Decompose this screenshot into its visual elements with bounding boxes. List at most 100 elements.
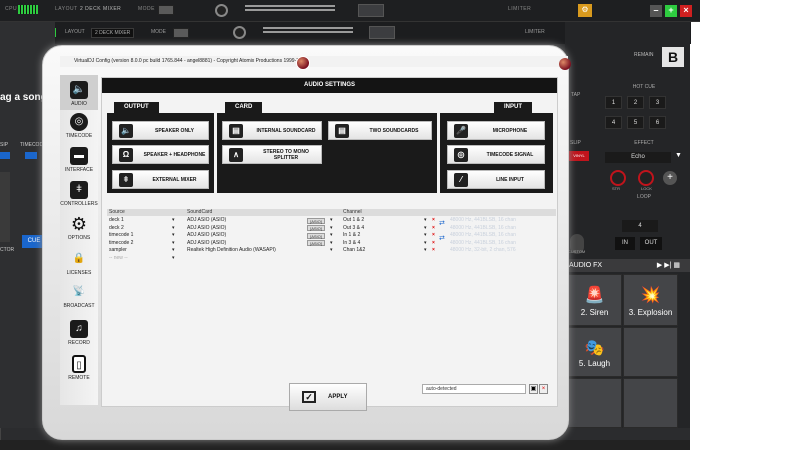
nav-options[interactable]: ⚙ OPTIONS — [60, 215, 98, 241]
channel-cell[interactable]: Out 1 & 2 — [343, 217, 364, 224]
dialog-resize-ball[interactable] — [559, 58, 571, 70]
channel-dropdown-icon[interactable]: ▾ — [424, 240, 427, 247]
soundcard-cell[interactable]: ADJ ASIO (ASIO) — [187, 225, 226, 232]
vinyl-button[interactable] — [25, 152, 37, 159]
hotcue-pad[interactable]: 6 — [649, 116, 666, 129]
delete-icon[interactable]: × — [539, 384, 548, 394]
layout-select[interactable]: 2 DECK MIXER — [80, 6, 121, 12]
remove-row-icon[interactable]: × — [432, 240, 435, 246]
nav-interface[interactable]: ▬ INTERFACE — [60, 147, 98, 173]
source-cell[interactable]: timecode 1 — [109, 232, 133, 239]
asio-badge[interactable]: [ASIO] — [307, 240, 325, 246]
channel-dropdown-icon[interactable]: ▾ — [424, 225, 427, 232]
soundcard-cell[interactable]: Realtek High Definition Audio (WASAPI) — [187, 247, 276, 254]
fx-cell[interactable]: 🎭 5. Laugh — [567, 327, 622, 377]
loop-out-button[interactable]: OUT — [640, 237, 662, 250]
nav-timecode[interactable]: ◎ TIMECODE — [60, 113, 98, 139]
swap-icon[interactable]: ⇄ — [439, 219, 445, 227]
channel-dropdown-icon[interactable]: ▾ — [424, 247, 427, 254]
nav-remote[interactable]: ▯ REMOTE — [60, 355, 98, 381]
remove-row-icon[interactable]: × — [432, 247, 435, 253]
channel-cell[interactable]: Chan 1&2 — [343, 247, 365, 254]
nav-broadcast[interactable]: 📡 BROADCAST — [60, 283, 98, 309]
line-input-button[interactable]: ⁄ LINE INPUT — [447, 170, 545, 189]
fx-play-icon[interactable]: ▶ ▶| ▦ — [657, 259, 680, 272]
channel-dropdown-icon[interactable]: ▾ — [424, 217, 427, 224]
wave-button[interactable] — [358, 4, 384, 17]
nav-audio[interactable]: 🔈 AUDIO — [60, 75, 98, 110]
channel-dropdown-icon[interactable]: ▾ — [424, 232, 427, 239]
effect-select[interactable]: Echo — [605, 152, 671, 163]
settings-gear-button[interactable]: ⚙ — [578, 4, 592, 17]
speaker-headphone-button[interactable]: Ω SPEAKER + HEADPHONE — [112, 145, 209, 164]
microphone-button[interactable]: 🎤 MICROPHONE — [447, 121, 545, 140]
hotcue-pad[interactable]: 5 — [627, 116, 644, 129]
nav-record[interactable]: ♫ RECORD — [60, 320, 98, 346]
swap-icon[interactable]: ⇄ — [439, 234, 445, 242]
save-icon[interactable]: ▣ — [529, 384, 538, 394]
maximize-icon[interactable]: + — [665, 5, 677, 17]
source-dropdown-icon[interactable]: ▾ — [172, 225, 175, 232]
close-icon[interactable]: × — [680, 5, 692, 17]
asio-badge[interactable]: [ASIO] — [307, 232, 325, 239]
loop-size[interactable]: 4 — [622, 220, 658, 232]
apply-button[interactable]: ✓ APPLY — [289, 383, 367, 411]
sip-button[interactable] — [0, 152, 10, 159]
source-cell[interactable]: sampler — [109, 247, 127, 254]
vinyl-button[interactable]: VINYL — [569, 151, 589, 161]
source-dropdown-icon[interactable]: ▾ — [172, 247, 175, 254]
speaker-only-button[interactable]: 🔈 SPEAKER ONLY — [112, 121, 209, 140]
soundcard-cell[interactable]: ADJ ASIO (ASIO) — [187, 240, 226, 247]
card-dropdown-icon[interactable]: ▾ — [330, 217, 333, 224]
add-effect-button[interactable]: + — [663, 171, 677, 185]
nav-controllers[interactable]: ǂ CONTROLLERS — [60, 181, 98, 207]
source-dropdown-icon[interactable]: ▾ — [172, 217, 175, 224]
soundcard-cell[interactable]: ADJ ASIO (ASIO) — [187, 217, 226, 224]
source-cell[interactable]: deck 2 — [109, 225, 124, 232]
layout-select[interactable]: 2 DECK MIXER — [91, 28, 135, 38]
minimize-icon[interactable]: – — [650, 5, 662, 17]
fx-cell-empty[interactable] — [567, 378, 622, 428]
channel-cell[interactable]: Out 3 & 4 — [343, 225, 364, 232]
asio-badge[interactable]: [ASIO] — [307, 217, 325, 224]
wave-button[interactable] — [369, 26, 395, 39]
source-dropdown-icon[interactable]: ▾ — [172, 232, 175, 239]
external-mixer-button[interactable]: ǂ EXTERNAL MIXER — [112, 170, 209, 189]
source-dropdown-icon[interactable]: ▾ — [172, 255, 175, 262]
effect-dropdown-icon[interactable]: ▼ — [675, 152, 684, 163]
loop-in-button[interactable]: IN — [615, 237, 635, 250]
effect-knob[interactable] — [638, 170, 654, 186]
hotcue-pad[interactable]: 3 — [649, 96, 666, 109]
card-dropdown-icon[interactable]: ▾ — [330, 225, 333, 232]
source-cell[interactable]: -- new -- — [109, 255, 128, 262]
hotcue-pad[interactable]: 1 — [605, 96, 622, 109]
hotcue-pad[interactable]: 4 — [605, 116, 622, 129]
stereo-mono-splitter-button[interactable]: ∧ STEREO TO MONO SPLITTER — [222, 145, 322, 164]
timecode-signal-button[interactable]: ◎ TIMECODE SIGNAL — [447, 145, 545, 164]
dialog-close-button[interactable] — [296, 56, 310, 70]
soundcard-cell[interactable]: ADJ ASIO (ASIO) — [187, 232, 226, 239]
source-dropdown-icon[interactable]: ▾ — [172, 240, 175, 247]
fx-cell-empty[interactable] — [623, 327, 678, 377]
effect-knob[interactable] — [610, 170, 626, 186]
source-cell[interactable]: deck 1 — [109, 217, 124, 224]
mode-button[interactable] — [158, 5, 174, 15]
nav-licenses[interactable]: 🔒 LICENSES — [60, 250, 98, 276]
mode-button[interactable] — [173, 28, 189, 38]
asio-badge[interactable]: [ASIO] — [307, 225, 325, 231]
detect-select[interactable]: auto-detected — [422, 384, 526, 394]
remove-row-icon[interactable]: × — [432, 225, 435, 231]
channel-cell[interactable]: In 1 & 2 — [343, 232, 360, 239]
internal-soundcard-button[interactable]: ▤ INTERNAL SOUNDCARD — [222, 121, 322, 140]
card-dropdown-icon[interactable]: ▾ — [330, 240, 333, 247]
fx-cell-empty[interactable] — [623, 378, 678, 428]
fx-cell[interactable]: 💥 3. Explosion — [623, 274, 678, 326]
fx-cell[interactable]: 🚨 2. Siren — [567, 274, 622, 326]
card-dropdown-icon[interactable]: ▾ — [330, 232, 333, 239]
two-soundcards-button[interactable]: ▤ TWO SOUNDCARDS — [328, 121, 432, 140]
hotcue-pad[interactable]: 2 — [627, 96, 644, 109]
source-cell[interactable]: timecode 2 — [109, 240, 133, 247]
remove-row-icon[interactable]: × — [432, 232, 435, 238]
remove-row-icon[interactable]: × — [432, 217, 435, 223]
card-dropdown-icon[interactable]: ▾ — [330, 247, 333, 254]
